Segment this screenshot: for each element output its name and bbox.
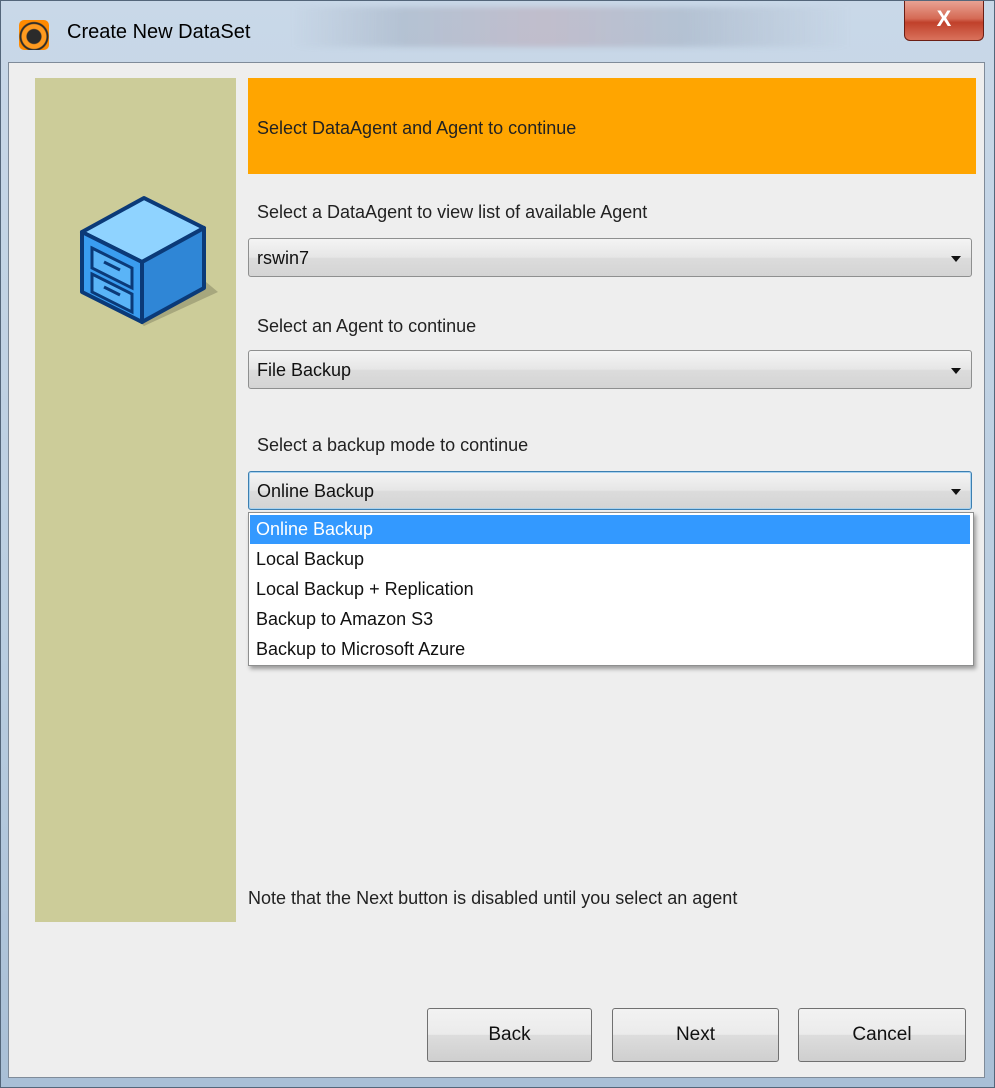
data-agent-label: Select a DataAgent to view list of avail… bbox=[257, 202, 648, 222]
backup-mode-option-online[interactable]: Online Backup bbox=[250, 515, 970, 544]
file-cabinet-icon bbox=[80, 196, 218, 326]
window-title: Create New DataSet bbox=[67, 21, 251, 43]
agent-value: File Backup bbox=[257, 360, 352, 380]
cancel-button[interactable]: Cancel bbox=[798, 1008, 966, 1062]
data-agent-value: rswin7 bbox=[257, 248, 310, 268]
chevron-down-icon[interactable] bbox=[951, 256, 961, 262]
agent-select[interactable]: File Backup bbox=[248, 350, 972, 389]
backup-mode-label: Select a backup mode to continue bbox=[257, 435, 529, 455]
agent-label: Select an Agent to continue bbox=[257, 316, 477, 336]
backup-mode-dropdown-list: Online Backup Local Backup Local Backup … bbox=[248, 512, 974, 666]
next-disabled-note: Note that the Next button is disabled un… bbox=[248, 888, 738, 908]
close-button[interactable]: X bbox=[904, 1, 984, 41]
next-button[interactable]: Next bbox=[612, 1008, 779, 1062]
backup-mode-option-amazon-s3[interactable]: Backup to Amazon S3 bbox=[250, 605, 970, 634]
backup-mode-option-local[interactable]: Local Backup bbox=[250, 545, 970, 574]
instruction-banner: Select DataAgent and Agent to continue bbox=[248, 78, 976, 174]
chevron-down-icon[interactable] bbox=[951, 489, 961, 495]
app-logo-icon bbox=[19, 20, 49, 50]
back-button[interactable]: Back bbox=[427, 1008, 592, 1062]
data-agent-select[interactable]: rswin7 bbox=[248, 238, 972, 277]
backup-mode-select[interactable]: Online Backup bbox=[248, 471, 972, 510]
backup-mode-value: Online Backup bbox=[257, 481, 375, 501]
banner-text: Select DataAgent and Agent to continue bbox=[257, 118, 577, 138]
backup-mode-option-local-replication[interactable]: Local Backup + Replication bbox=[250, 575, 970, 604]
title-bar-background bbox=[291, 7, 851, 47]
chevron-down-icon[interactable] bbox=[951, 368, 961, 374]
title-bar[interactable]: Create New DataSet X bbox=[1, 1, 994, 63]
backup-mode-option-microsoft-azure[interactable]: Backup to Microsoft Azure bbox=[250, 635, 970, 664]
